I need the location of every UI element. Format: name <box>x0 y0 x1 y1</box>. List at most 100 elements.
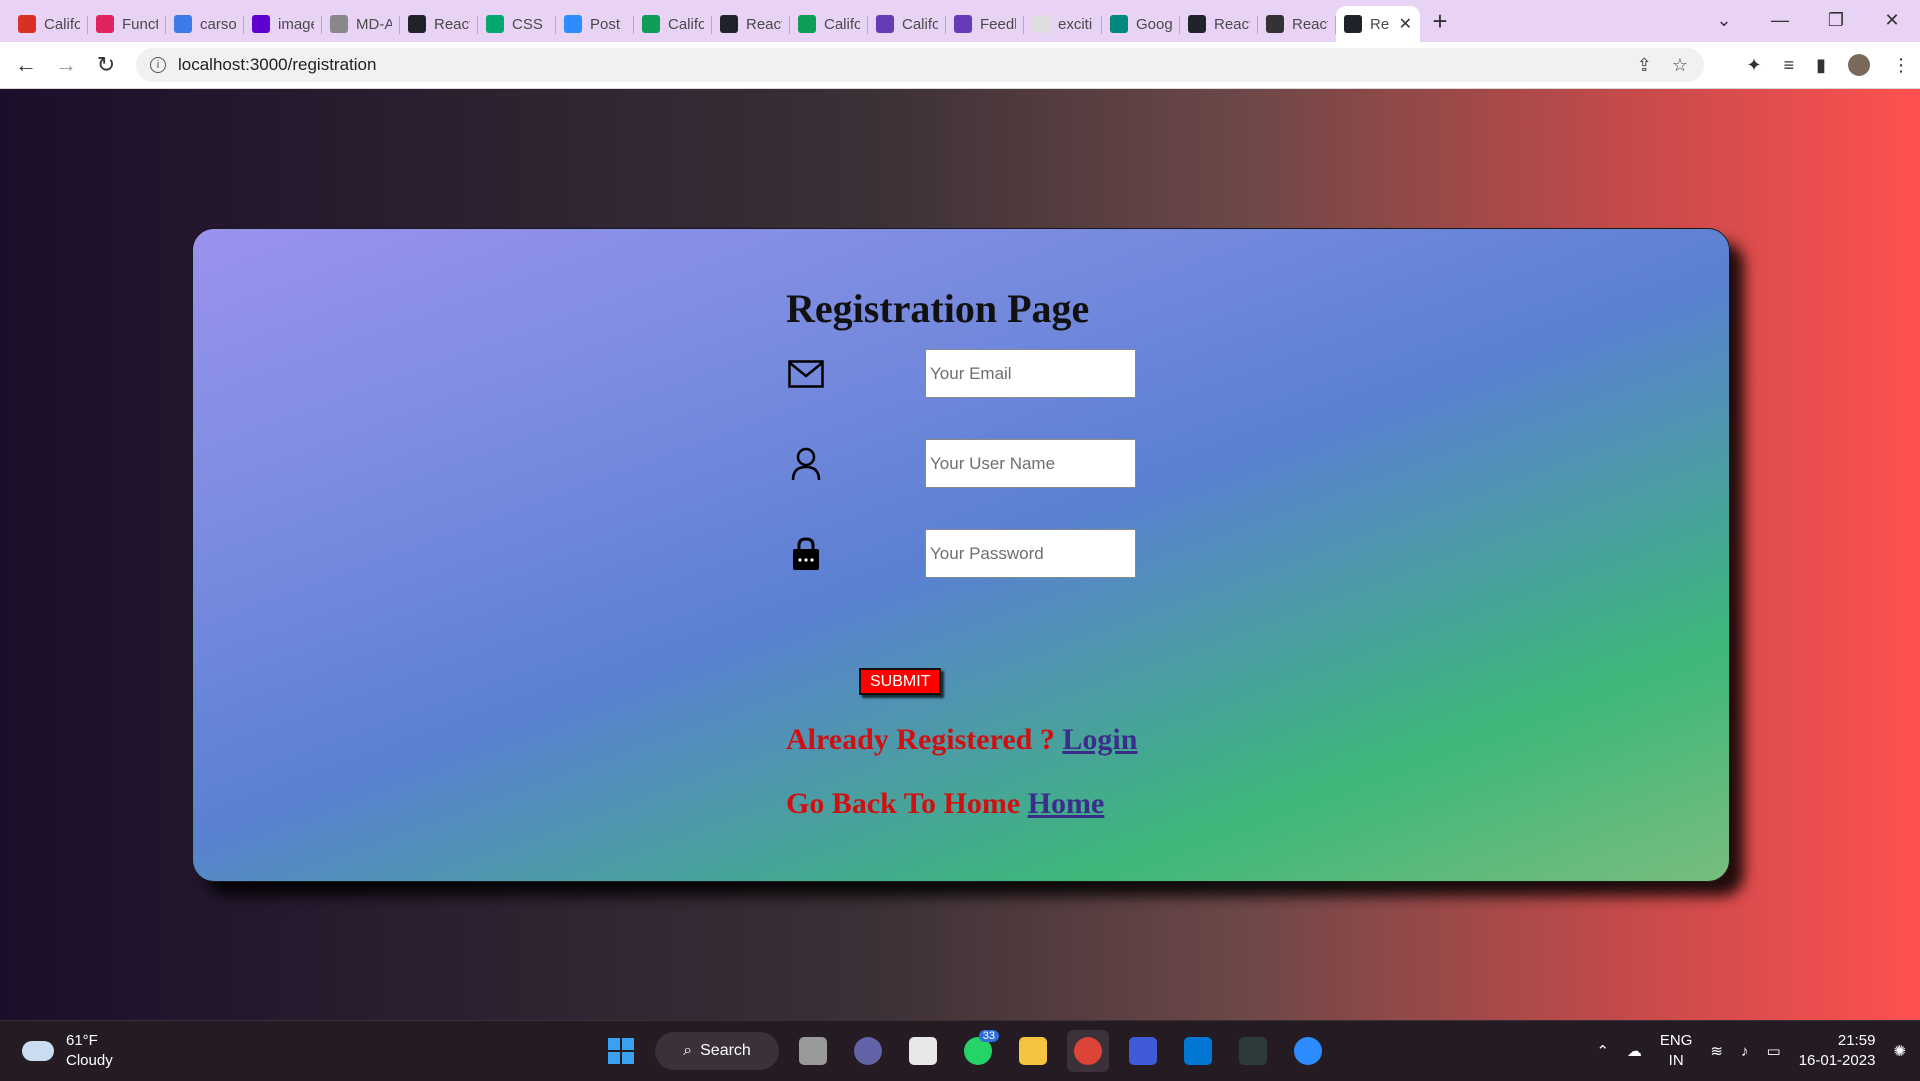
notification-icon[interactable]: ✺ <box>1893 1042 1906 1060</box>
github-icon <box>330 15 348 33</box>
whatsapp-icon[interactable]: 33 <box>957 1030 999 1072</box>
tab-15[interactable]: React <box>1180 7 1258 41</box>
site-info-icon[interactable]: i <box>150 57 166 73</box>
minimize-icon[interactable]: — <box>1752 10 1808 31</box>
tab-label: MD-A <box>356 15 392 33</box>
bolt-icon <box>174 15 192 33</box>
tab-list: Califo Funct carso image MD-A React CSS B Post C… <box>0 0 1460 42</box>
tab-3[interactable]: image <box>244 7 322 41</box>
forward-icon[interactable]: → <box>46 47 86 83</box>
page-icon <box>1032 15 1050 33</box>
ide-icon[interactable] <box>1232 1030 1274 1072</box>
lang-top: ENG <box>1659 1032 1693 1049</box>
file-explorer-icon[interactable] <box>1012 1030 1054 1072</box>
tab-1[interactable]: Funct <box>88 7 166 41</box>
tab-label: React <box>434 15 470 33</box>
tab-label: CSS B <box>512 15 548 33</box>
tab-search-icon[interactable]: ⌄ <box>1696 10 1752 31</box>
menu-icon[interactable]: ⋮ <box>1892 55 1910 76</box>
taskbar-search[interactable]: ⌕ Search <box>655 1032 779 1070</box>
search-label: Search <box>700 1042 751 1059</box>
tab-11[interactable]: Califo <box>868 7 946 41</box>
clock[interactable]: 21:59 16-01-2023 <box>1799 1031 1876 1071</box>
home-link[interactable]: Home <box>1028 787 1105 820</box>
tab-strip: Califo Funct carso image MD-A React CSS B Post C… <box>0 0 1920 42</box>
tab-label: Goog <box>1136 15 1172 33</box>
back-icon[interactable]: ← <box>6 47 46 83</box>
gmail-icon <box>18 15 36 33</box>
tab-16[interactable]: React <box>1258 7 1336 41</box>
start-icon[interactable] <box>600 1030 642 1072</box>
zoom-icon[interactable] <box>1287 1030 1329 1072</box>
lang-bottom: IN <box>1668 1052 1684 1069</box>
language-indicator[interactable]: ENG IN <box>1660 1031 1693 1071</box>
tab-6[interactable]: CSS B <box>478 7 556 41</box>
chevron-up-icon[interactable]: ⌃ <box>1596 1042 1609 1060</box>
new-tab-button[interactable]: + <box>1420 3 1460 39</box>
tab-close-icon[interactable]: ✕ <box>1399 14 1412 34</box>
wifi-icon[interactable]: ≋ <box>1710 1042 1723 1060</box>
submit-button[interactable]: SUBMIT <box>859 668 942 695</box>
weather-condition: Cloudy <box>66 1052 113 1069</box>
store-icon[interactable] <box>902 1030 944 1072</box>
extensions-icon[interactable]: ✦ <box>1746 55 1761 76</box>
sheets-icon <box>642 15 660 33</box>
email-input[interactable] <box>925 349 1136 398</box>
onedrive-icon[interactable]: ☁ <box>1627 1042 1642 1060</box>
reload-icon[interactable]: ↻ <box>86 47 126 83</box>
tab-14[interactable]: Goog <box>1102 7 1180 41</box>
page-viewport: Registration Page SUBMIT Already Registe… <box>0 89 1920 1020</box>
username-input[interactable] <box>925 439 1136 488</box>
search-icon: ⌕ <box>683 1042 693 1059</box>
cloud-icon <box>22 1041 54 1061</box>
bookmark-star-icon[interactable]: ☆ <box>1672 55 1688 76</box>
registration-card: Registration Page SUBMIT Already Registe… <box>192 228 1730 882</box>
lock-icon <box>786 534 826 574</box>
address-bar[interactable]: i localhost:3000/registration ⇪ ☆ <box>136 48 1704 82</box>
tab-label: Califo <box>824 15 860 33</box>
react-icon <box>408 15 426 33</box>
tab-2[interactable]: carso <box>166 7 244 41</box>
tab-label: image <box>278 15 314 33</box>
restore-icon[interactable]: ❐ <box>1808 10 1864 31</box>
meet-icon <box>1110 15 1128 33</box>
tab-4[interactable]: MD-A <box>322 7 400 41</box>
taskbar-apps: ⌕ Search 33 <box>600 1029 1329 1073</box>
share-icon[interactable]: ⇪ <box>1637 55 1652 76</box>
forms-icon <box>876 15 894 33</box>
login-link[interactable]: Login <box>1062 723 1137 756</box>
tab-0[interactable]: Califo <box>10 7 88 41</box>
close-window-icon[interactable]: ✕ <box>1864 10 1920 31</box>
tab-13[interactable]: exciti <box>1024 7 1102 41</box>
tab-17[interactable]: Re ✕ <box>1336 6 1420 42</box>
tab-7[interactable]: Post <box>556 7 634 41</box>
tab-label: Feedb <box>980 15 1016 33</box>
side-panel-icon[interactable]: ▮ <box>1816 55 1826 76</box>
app-icon[interactable] <box>1122 1030 1164 1072</box>
username-row <box>786 439 1136 488</box>
time: 21:59 <box>1837 1032 1876 1049</box>
url-text[interactable]: localhost:3000/registration <box>178 55 376 75</box>
weather-widget[interactable]: 61°F Cloudy <box>22 1031 113 1071</box>
password-input[interactable] <box>925 529 1136 578</box>
volume-icon[interactable]: ♪ <box>1741 1043 1749 1060</box>
date: 16-01-2023 <box>1798 1052 1876 1069</box>
shield-icon <box>96 15 114 33</box>
teams-chat-icon[interactable] <box>847 1030 889 1072</box>
battery-icon[interactable]: ▭ <box>1767 1042 1781 1060</box>
tab-10[interactable]: Califo <box>790 7 868 41</box>
profile-avatar[interactable] <box>1848 54 1870 76</box>
vscode-icon[interactable] <box>1177 1030 1219 1072</box>
tab-label: Califo <box>902 15 938 33</box>
already-registered-line: Already Registered ? Login <box>786 723 1137 757</box>
tab-8[interactable]: Califo <box>634 7 712 41</box>
chrome-icon[interactable] <box>1067 1030 1109 1072</box>
already-registered-text: Already Registered ? <box>786 723 1063 756</box>
tab-12[interactable]: Feedb <box>946 7 1024 41</box>
w3-icon <box>486 15 504 33</box>
task-view-icon[interactable] <box>792 1030 834 1072</box>
tab-5[interactable]: React <box>400 7 478 41</box>
media-icon[interactable]: ≡ <box>1784 55 1795 76</box>
temperature: 61°F <box>66 1032 98 1049</box>
tab-9[interactable]: React <box>712 7 790 41</box>
